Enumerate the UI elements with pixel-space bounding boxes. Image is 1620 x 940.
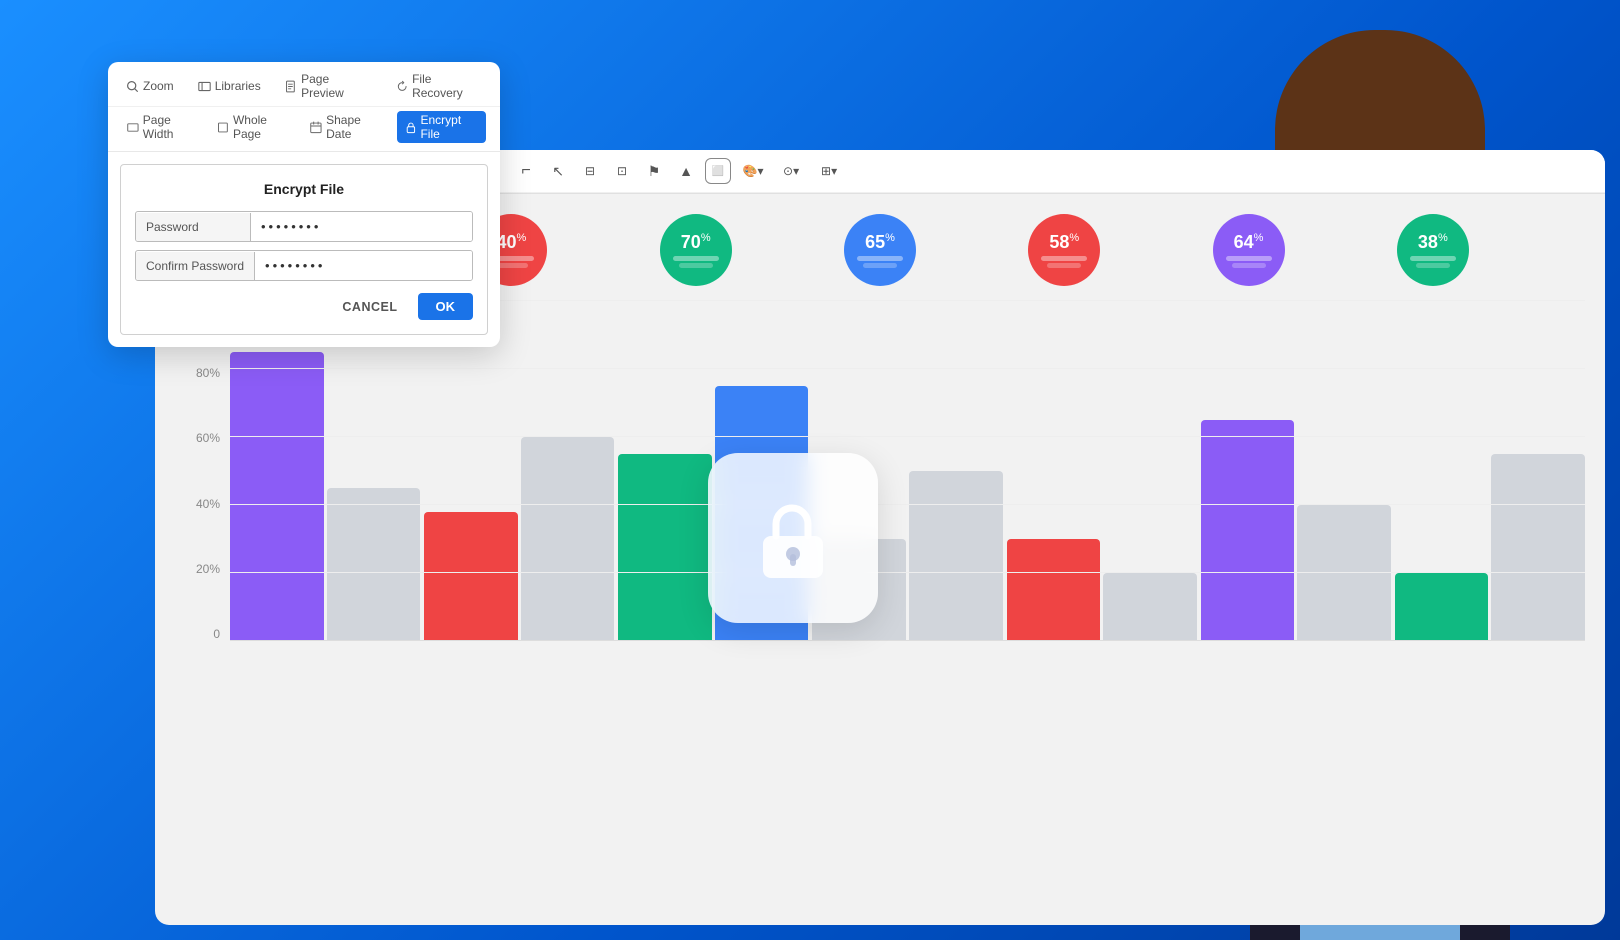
toolbar-page-width[interactable]: Page Width — [122, 111, 204, 143]
dialog-container: Zoom Libraries Page Preview File Recover… — [108, 62, 500, 347]
bar-group-2 — [424, 301, 614, 641]
page-width-icon — [127, 121, 139, 134]
toolbar-shape-date[interactable]: Shape Date — [305, 111, 388, 143]
whole-page-icon — [217, 121, 229, 134]
confirm-password-label: Confirm Password — [136, 252, 255, 280]
cancel-button[interactable]: CANCEL — [332, 294, 407, 320]
triangle-icon[interactable]: ▲ — [673, 158, 699, 184]
bar-chart: 0 20% 40% 60% 80% 100% — [175, 301, 1585, 641]
zoom-icon — [126, 80, 139, 93]
bar-1a — [230, 352, 324, 641]
y-label-60: 60% — [175, 431, 230, 445]
bubble-4: 58% — [1028, 214, 1100, 286]
bar-1b — [327, 488, 421, 641]
toolbar-libraries[interactable]: Libraries — [194, 77, 265, 95]
corner-icon[interactable]: ⌐ — [513, 158, 539, 184]
bar-2a — [424, 512, 518, 641]
bubble-3: 65% — [844, 214, 916, 286]
bar-2b — [521, 437, 615, 641]
crop-icon[interactable]: ⊡ — [609, 158, 635, 184]
y-label-40: 40% — [175, 497, 230, 511]
encrypt-file-dialog: Encrypt File Password Confirm Password C… — [120, 164, 488, 335]
cursor-icon[interactable]: ↖ — [545, 158, 571, 184]
bar-7a — [1395, 573, 1489, 641]
bar-5b — [1103, 573, 1197, 641]
border-icon[interactable]: ⊞▾ — [813, 158, 845, 184]
confirm-password-field-row: Confirm Password — [135, 250, 473, 281]
bar-group-5 — [1007, 301, 1197, 641]
bubble-6: 38% — [1397, 214, 1469, 286]
confirm-password-input[interactable] — [255, 251, 472, 280]
toolbar-encrypt-file[interactable]: Encrypt File — [397, 111, 486, 143]
fill-color-icon[interactable]: 🎨▾ — [737, 158, 769, 184]
bar-7b — [1491, 454, 1585, 641]
bar-group-7 — [1395, 301, 1585, 641]
bars-area — [230, 301, 1585, 641]
password-field-row: Password — [135, 211, 473, 242]
bar-6b — [1297, 505, 1391, 641]
bubble-2: 70% — [660, 214, 732, 286]
password-label: Password — [136, 213, 251, 241]
y-label-0: 0 — [175, 627, 230, 641]
bar-6a — [1201, 420, 1295, 641]
libraries-icon — [198, 80, 211, 93]
encrypt-file-icon — [405, 121, 417, 134]
y-label-80: 80% — [175, 366, 230, 380]
page-preview-icon — [285, 80, 297, 93]
bubble-5: 64% — [1213, 214, 1285, 286]
toolbar-file-recovery[interactable]: File Recovery — [392, 70, 486, 102]
rounded-rect-icon[interactable]: ⬜ — [705, 158, 731, 184]
shape-date-icon — [310, 121, 322, 134]
lock-overlay — [708, 453, 878, 623]
dialog-actions: CANCEL OK — [135, 293, 473, 320]
bar-4b — [909, 471, 1003, 641]
layers-icon[interactable]: ⊟ — [577, 158, 603, 184]
file-recovery-icon — [396, 80, 408, 93]
dialog-title: Encrypt File — [135, 181, 473, 197]
circle-color-icon[interactable]: ⊙▾ — [775, 158, 807, 184]
ok-button[interactable]: OK — [418, 293, 474, 320]
password-input[interactable] — [251, 212, 472, 241]
dialog-toolbar-row2: Page Width Whole Page Shape Date Encrypt… — [108, 107, 500, 152]
dialog-toolbar-row1: Zoom Libraries Page Preview File Recover… — [108, 62, 500, 107]
lock-icon — [749, 494, 837, 582]
y-label-20: 20% — [175, 562, 230, 576]
flag-icon[interactable]: ⚑ — [641, 158, 667, 184]
bar-5a — [1007, 539, 1101, 641]
y-axis: 0 20% 40% 60% 80% 100% — [175, 301, 230, 641]
bar-group-6 — [1201, 301, 1391, 641]
bar-group-1 — [230, 301, 420, 641]
bar-3a — [618, 454, 712, 641]
toolbar-zoom[interactable]: Zoom — [122, 77, 178, 95]
toolbar-page-preview[interactable]: Page Preview — [281, 70, 376, 102]
toolbar-whole-page[interactable]: Whole Page — [212, 111, 297, 143]
